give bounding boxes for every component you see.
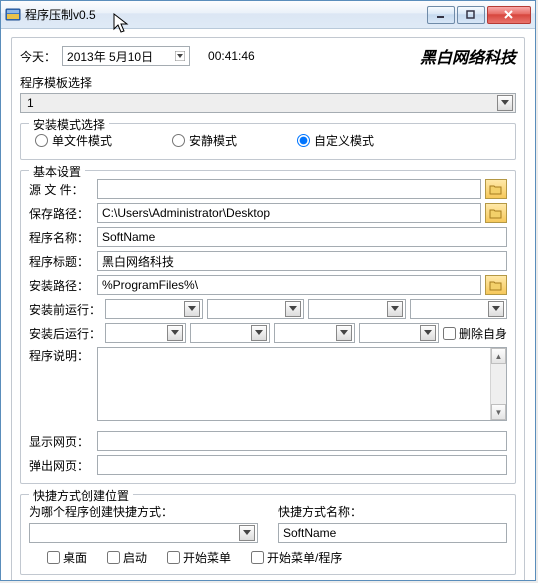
- scroll-down-icon[interactable]: ▼: [491, 404, 506, 420]
- shortcut-fieldset: 快捷方式创建位置 为哪个程序创建快捷方式： 快捷方式名称： 桌面 启动 开始菜单: [20, 494, 516, 575]
- program-title-input[interactable]: [97, 251, 507, 271]
- chevron-down-icon[interactable]: [251, 325, 267, 341]
- main-panel: 今天： 2013年 5月10日 00:41:46 黑白网络科技 程序模板选择 1…: [11, 37, 525, 581]
- shortcut-startmenu-checkbox[interactable]: 开始菜单: [167, 549, 231, 566]
- source-file-input[interactable]: [97, 179, 481, 199]
- radio-custom[interactable]: 自定义模式: [297, 132, 374, 149]
- chevron-down-icon[interactable]: [184, 301, 200, 317]
- browse-installpath-button[interactable]: [485, 275, 507, 295]
- browse-source-button[interactable]: [485, 179, 507, 199]
- template-combo-value: 1: [27, 96, 497, 110]
- chevron-down-icon[interactable]: [387, 301, 403, 317]
- install-mode-legend: 安装模式选择: [29, 116, 109, 133]
- prerun-combo-4[interactable]: [410, 299, 508, 319]
- scroll-up-icon[interactable]: ▲: [491, 348, 506, 364]
- chevron-down-icon[interactable]: [497, 95, 513, 111]
- description-textarea[interactable]: [98, 348, 490, 420]
- program-title-label: 程序标题：: [29, 253, 93, 270]
- shortcut-legend: 快捷方式创建位置: [29, 487, 133, 504]
- template-label: 程序模板选择: [20, 74, 516, 91]
- date-value: 2013年 5月10日: [67, 48, 173, 65]
- date-picker[interactable]: 2013年 5月10日: [62, 46, 190, 66]
- today-label: 今天：: [20, 48, 56, 65]
- prerun-combo-3[interactable]: [308, 299, 406, 319]
- popup-url-input[interactable]: [97, 455, 507, 475]
- shortcut-which-label: 为哪个程序创建快捷方式：: [29, 503, 258, 520]
- save-path-input[interactable]: [97, 203, 481, 223]
- calendar-dropdown-icon[interactable]: [173, 51, 187, 61]
- radio-single-file[interactable]: 单文件模式: [35, 132, 112, 149]
- shortcut-name-label: 快捷方式名称：: [278, 503, 507, 520]
- basic-fieldset: 基本设置 源 文 件： 保存路径： 程序名称： 程序标题：: [20, 170, 516, 484]
- program-name-input[interactable]: [97, 227, 507, 247]
- popup-url-label: 弹出网页：: [29, 457, 93, 474]
- chevron-down-icon[interactable]: [167, 325, 183, 341]
- postrun-combo-2[interactable]: [190, 323, 271, 343]
- time-value: 00:41:46: [208, 49, 255, 63]
- program-name-label: 程序名称：: [29, 229, 93, 246]
- prerun-combo-1[interactable]: [105, 299, 203, 319]
- description-label: 程序说明：: [29, 347, 93, 364]
- prerun-combo-2[interactable]: [207, 299, 305, 319]
- show-url-input[interactable]: [97, 431, 507, 451]
- save-path-label: 保存路径：: [29, 205, 93, 222]
- postrun-label: 安装后运行：: [29, 325, 101, 342]
- app-icon: [5, 7, 21, 23]
- chevron-down-icon[interactable]: [336, 325, 352, 341]
- template-combo[interactable]: 1: [20, 93, 516, 113]
- window-title: 程序压制v0.5: [25, 6, 427, 23]
- chevron-down-icon[interactable]: [488, 301, 504, 317]
- chevron-down-icon[interactable]: [239, 525, 255, 541]
- show-url-label: 显示网页：: [29, 433, 93, 450]
- delete-self-checkbox[interactable]: 删除自身: [443, 325, 507, 342]
- shortcut-startmenu-programs-checkbox[interactable]: 开始菜单/程序: [251, 549, 342, 566]
- prerun-label: 安装前运行：: [29, 301, 101, 318]
- basic-legend: 基本设置: [29, 163, 85, 180]
- maximize-button[interactable]: [457, 6, 485, 24]
- shortcut-desktop-checkbox[interactable]: 桌面: [47, 549, 87, 566]
- browse-savepath-button[interactable]: [485, 203, 507, 223]
- chevron-down-icon[interactable]: [285, 301, 301, 317]
- close-button[interactable]: [487, 6, 531, 24]
- source-file-label: 源 文 件：: [29, 181, 93, 198]
- minimize-button[interactable]: [427, 6, 455, 24]
- shortcut-which-combo[interactable]: [29, 523, 258, 543]
- radio-silent[interactable]: 安静模式: [172, 132, 237, 149]
- postrun-combo-1[interactable]: [105, 323, 186, 343]
- shortcut-name-input[interactable]: [278, 523, 507, 543]
- postrun-combo-3[interactable]: [274, 323, 355, 343]
- chevron-down-icon[interactable]: [420, 325, 436, 341]
- postrun-combo-4[interactable]: [359, 323, 440, 343]
- install-mode-fieldset: 安装模式选择 单文件模式 安静模式 自定义模式: [20, 123, 516, 160]
- window-buttons: [427, 6, 531, 24]
- app-window: 程序压制v0.5 今天： 2013年 5月10日 00:41:46 黑白网络科技…: [0, 0, 536, 581]
- brand-label: 黑白网络科技: [420, 44, 516, 68]
- titlebar: 程序压制v0.5: [1, 1, 535, 29]
- shortcut-startup-checkbox[interactable]: 启动: [107, 549, 147, 566]
- install-path-input[interactable]: [97, 275, 481, 295]
- install-path-label: 安装路径：: [29, 277, 93, 294]
- textarea-scrollbar[interactable]: ▲ ▼: [490, 348, 506, 420]
